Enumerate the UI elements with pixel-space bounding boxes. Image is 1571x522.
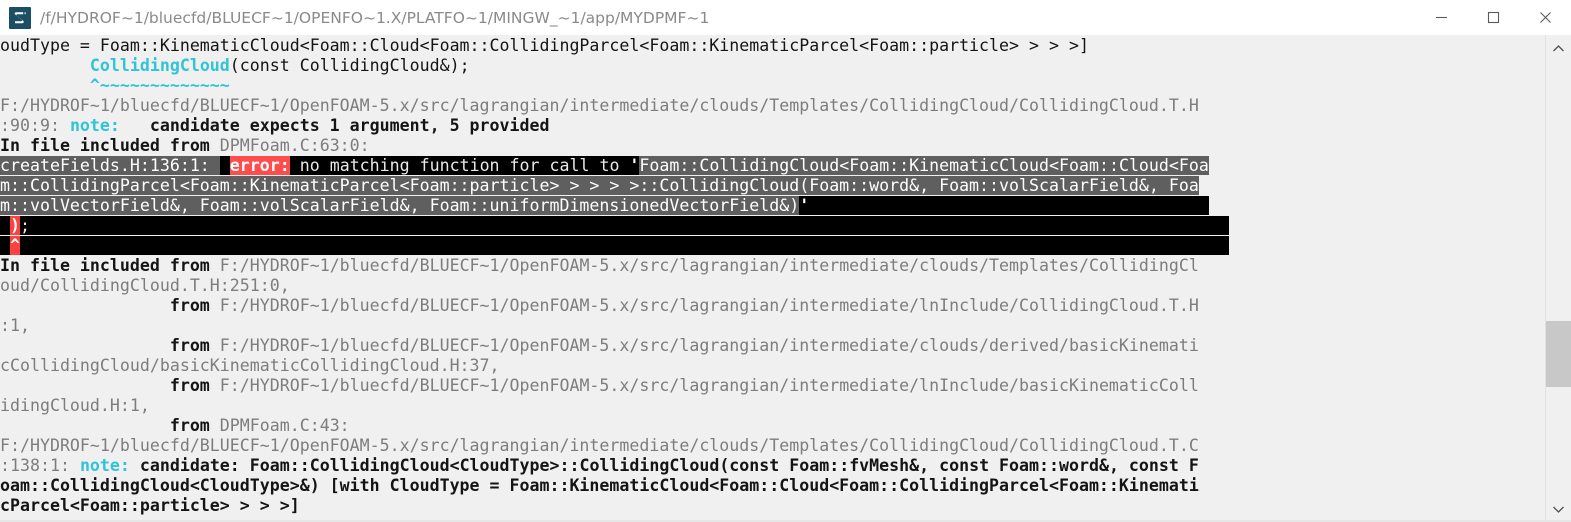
terminal-line: oudType = Foam::KinematicCloud<Foam::Clo… (0, 36, 1545, 56)
close-button[interactable] (1519, 0, 1571, 35)
terminal-line: In file included from DPMFoam.C:63:0: (0, 136, 1545, 156)
terminal-segment: candidate expects 1 argument, 5 provided (119, 116, 550, 135)
terminal-segment: F:/HYDROF~1/bluecfd/BLUECF~1/OpenFOAM-5.… (219, 256, 1199, 275)
terminal-segment: candidate: Foam::CollidingCloud<CloudTyp… (129, 456, 1199, 475)
terminal-segment: ) (10, 216, 20, 235)
terminal-line: from F:/HYDROF~1/bluecfd/BLUECF~1/OpenFO… (0, 296, 1545, 316)
terminal-segment: F:/HYDROF~1/bluecfd/BLUECF~1/OpenFOAM-5.… (0, 436, 1199, 455)
terminal-segment (809, 196, 1209, 215)
terminal-segment: F:/HYDROF~1/bluecfd/BLUECF~1/OpenFOAM-5.… (219, 296, 1199, 315)
terminal-segment: ; (20, 216, 30, 235)
terminal-segment: from (0, 296, 220, 315)
terminal-line: ^ (0, 236, 1545, 256)
terminal-line: m::volVectorField&, Foam::volScalarField… (0, 196, 1545, 216)
terminal-segment: F:/HYDROF~1/bluecfd/BLUECF~1/OpenFOAM-5.… (219, 336, 1199, 355)
minimize-button[interactable] (1415, 0, 1467, 35)
terminal-segment: Foam::CollidingCloud<Foam::KinematicClou… (639, 156, 1209, 175)
terminal-output-area[interactable]: oudType = Foam::KinematicCloud<Foam::Clo… (0, 35, 1571, 522)
terminal-window: /f/HYDROF~1/bluecfd/BLUECF~1/OPENFO~1.X/… (0, 0, 1571, 522)
terminal-line: cCollidingCloud/basicKinematicCollidingC… (0, 356, 1545, 376)
terminal-segment: from (0, 376, 220, 395)
terminal-segment: createFields.H:136:1: (0, 156, 220, 175)
terminal-segment: oud/CollidingCloud.T.H:251:0, (0, 276, 290, 295)
terminal-line: from DPMFoam.C:43: (0, 416, 1545, 436)
maximize-button[interactable] (1467, 0, 1519, 35)
terminal-segment: cCollidingCloud/basicKinematicCollidingC… (0, 356, 500, 375)
terminal-segment (30, 216, 1229, 235)
terminal-line: :1, (0, 316, 1545, 336)
scroll-down-icon[interactable] (1546, 496, 1571, 522)
terminal-segment (0, 236, 10, 255)
terminal-line: createFields.H:136:1: error: no matching… (0, 156, 1545, 176)
terminal-segment: m::CollidingParcel<Foam::KinematicParcel… (0, 176, 1199, 195)
scrollbar-thumb[interactable] (1546, 321, 1571, 387)
terminal-line: F:/HYDROF~1/bluecfd/BLUECF~1/OpenFOAM-5.… (0, 436, 1545, 456)
terminal-segment: from (0, 336, 220, 355)
terminal-segment: In file included from (0, 136, 220, 155)
terminal-line: from F:/HYDROF~1/bluecfd/BLUECF~1/OpenFO… (0, 376, 1545, 396)
terminal-line: oud/CollidingCloud.T.H:251:0, (0, 276, 1545, 296)
terminal-segment: ' (629, 156, 640, 175)
terminal-segment: idingCloud.H:1, (0, 396, 150, 415)
terminal-line: from F:/HYDROF~1/bluecfd/BLUECF~1/OpenFO… (0, 336, 1545, 356)
terminal-segment: DPMFoam.C:63:0: (219, 136, 370, 155)
terminal-line: F:/HYDROF~1/bluecfd/BLUECF~1/OpenFOAM-5.… (0, 96, 1545, 116)
terminal-segment: from (0, 416, 220, 435)
terminal-segment (219, 156, 230, 175)
terminal-line: :90:9: note: candidate expects 1 argumen… (0, 116, 1545, 136)
terminal-app-icon (9, 6, 31, 29)
terminal-segment: note: (69, 116, 120, 135)
terminal-segment: ^ (10, 236, 20, 255)
terminal-segment: error: (229, 156, 290, 175)
terminal-line: idingCloud.H:1, (0, 396, 1545, 416)
terminal-segment: cParcel<Foam::particle> > > >] (0, 496, 300, 515)
terminal-segment (20, 236, 1229, 255)
terminal-segment: oudType = Foam::KinematicCloud<Foam::Clo… (0, 36, 1089, 55)
terminal-line: CollidingCloud(const CollidingCloud&); (0, 56, 1545, 76)
window-title: /f/HYDROF~1/bluecfd/BLUECF~1/OPENFO~1.X/… (40, 8, 710, 27)
terminal-segment (0, 56, 90, 75)
terminal-text[interactable]: oudType = Foam::KinematicCloud<Foam::Clo… (0, 35, 1545, 522)
terminal-segment: no matching function for call to (289, 156, 630, 175)
terminal-segment: :1, (0, 316, 30, 335)
window-controls (1415, 0, 1571, 35)
terminal-line: m::CollidingParcel<Foam::KinematicParcel… (0, 176, 1545, 196)
terminal-segment: :90:9: (0, 116, 70, 135)
terminal-line: oam::CollidingCloud<CloudType>&) [with C… (0, 476, 1545, 496)
terminal-segment: DPMFoam.C:43: (219, 416, 350, 435)
terminal-segment: F:/HYDROF~1/bluecfd/BLUECF~1/OpenFOAM-5.… (0, 96, 1199, 115)
terminal-segment: CollidingCloud (89, 56, 230, 75)
terminal-segment: ^~~~~~~~~~~~~~ (89, 76, 230, 95)
terminal-line: In file included from F:/HYDROF~1/bluecf… (0, 256, 1545, 276)
terminal-segment (0, 76, 90, 95)
terminal-line: cParcel<Foam::particle> > > >] (0, 496, 1545, 516)
terminal-segment (0, 216, 10, 235)
scroll-up-icon[interactable] (1546, 35, 1571, 61)
title-bar[interactable]: /f/HYDROF~1/bluecfd/BLUECF~1/OPENFO~1.X/… (0, 0, 1571, 35)
terminal-line: ); (0, 216, 1545, 236)
terminal-segment: oam::CollidingCloud<CloudType>&) [with C… (0, 476, 1199, 495)
terminal-segment: ' (799, 196, 810, 215)
terminal-segment: In file included from (0, 256, 220, 275)
terminal-segment: F:/HYDROF~1/bluecfd/BLUECF~1/OpenFOAM-5.… (219, 376, 1199, 395)
terminal-segment: note: (79, 456, 130, 475)
vertical-scrollbar[interactable] (1545, 35, 1571, 522)
terminal-line: ^~~~~~~~~~~~~~ (0, 76, 1545, 96)
terminal-segment: (const CollidingCloud&); (229, 56, 470, 75)
terminal-segment: :138:1: (0, 456, 80, 475)
terminal-segment: m::volVectorField&, Foam::volScalarField… (0, 196, 800, 215)
terminal-line: :138:1: note: candidate: Foam::Colliding… (0, 456, 1545, 476)
scrollbar-track[interactable] (1546, 61, 1571, 496)
